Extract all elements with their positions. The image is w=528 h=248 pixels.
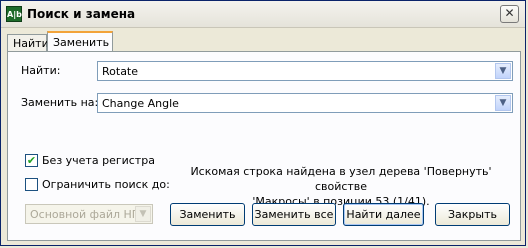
- find-combobox[interactable]: Rotate ▼: [97, 61, 513, 81]
- limit-search-checkbox[interactable]: [25, 178, 38, 191]
- close-button[interactable]: Закрыть: [435, 203, 510, 226]
- app-icon: A|b: [6, 6, 22, 22]
- close-window-button[interactable]: ✕: [500, 5, 519, 23]
- search-replace-dialog: A|b Поиск и замена ✕ Найти Заменить Найт…: [0, 0, 526, 246]
- chevron-down-icon: ▼: [135, 206, 151, 222]
- tab-replace-label: Заменить: [53, 36, 110, 49]
- replace-all-button[interactable]: Заменить все: [252, 203, 336, 226]
- tab-find[interactable]: Найти: [7, 34, 49, 52]
- replace-value: Change Angle: [102, 97, 179, 110]
- chevron-down-icon[interactable]: ▼: [495, 63, 511, 79]
- replace-label: Заменить на:: [21, 96, 99, 109]
- status-line-1: Искомая строка найдена в узел дерева 'По…: [190, 165, 492, 193]
- checkmark-icon: ✔: [26, 154, 37, 167]
- limit-scope-value: Основной файл НП: [30, 208, 141, 221]
- tab-find-label: Найти: [13, 37, 49, 50]
- find-label: Найти:: [21, 64, 61, 77]
- replace-combobox[interactable]: Change Angle ▼: [97, 93, 513, 113]
- tab-replace[interactable]: Заменить: [47, 31, 113, 52]
- chevron-down-icon[interactable]: ▼: [495, 95, 511, 111]
- case-insensitive-label[interactable]: Без учета регистра: [42, 154, 155, 167]
- case-insensitive-checkbox[interactable]: ✔: [25, 154, 38, 167]
- window-title: Поиск и замена: [27, 7, 136, 21]
- replace-button[interactable]: Заменить: [170, 203, 245, 226]
- limit-scope-select: Основной файл НП ▼: [25, 204, 153, 224]
- find-next-button[interactable]: Найти далее: [343, 203, 424, 226]
- titlebar: A|b Поиск и замена ✕: [1, 1, 525, 28]
- limit-search-label[interactable]: Ограничить поиск до:: [42, 178, 170, 191]
- find-value: Rotate: [102, 65, 139, 78]
- close-icon: ✕: [504, 6, 515, 20]
